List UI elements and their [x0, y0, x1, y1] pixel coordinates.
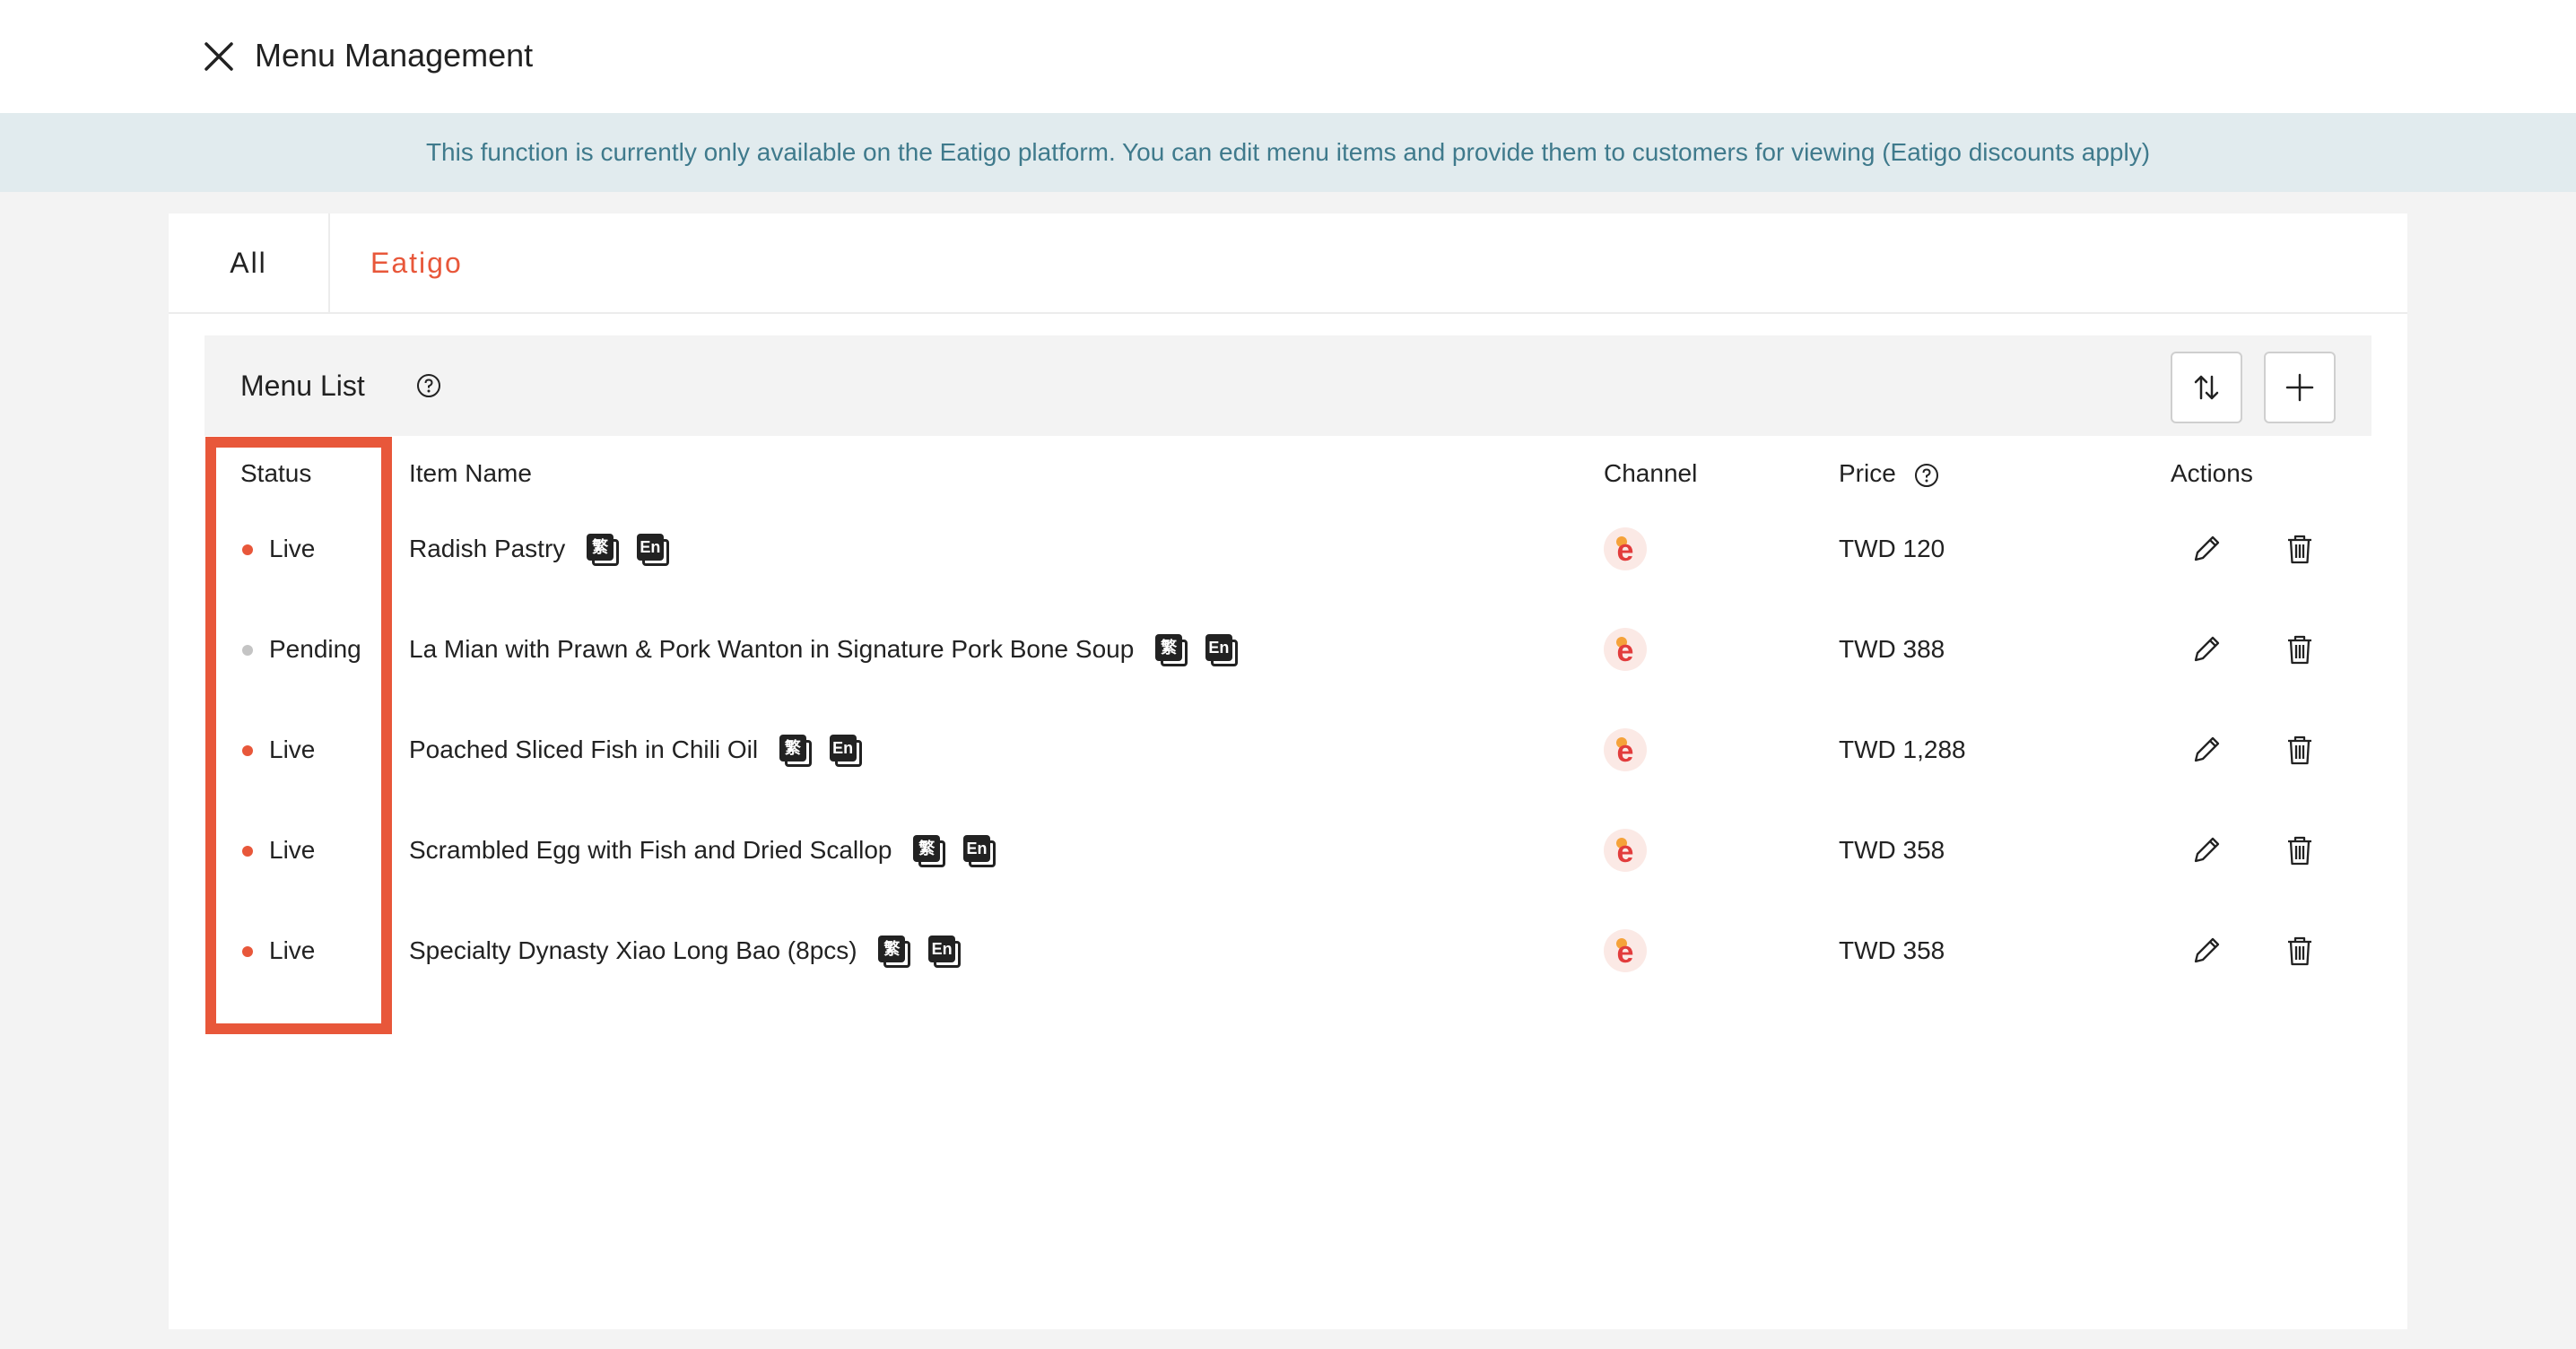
tab-all[interactable]: All: [169, 213, 330, 312]
price-cell: TWD 388: [1839, 635, 1945, 663]
sort-button[interactable]: [2171, 352, 2242, 423]
edit-pencil-icon[interactable]: [2189, 832, 2224, 868]
price-cell: TWD 120: [1839, 535, 1945, 562]
price-help-icon[interactable]: [1914, 463, 1939, 488]
delete-trash-icon[interactable]: [2282, 531, 2318, 567]
item-name: Specialty Dynasty Xiao Long Bao (8pcs): [409, 936, 857, 964]
tab-bar: All Eatigo: [169, 213, 2407, 314]
english-translation-icon[interactable]: En: [928, 935, 962, 970]
table-row: Live Specialty Dynasty Xiao Long Bao (8p…: [169, 901, 2407, 1001]
close-icon[interactable]: [199, 37, 239, 76]
page-title: Menu Management: [255, 37, 534, 74]
eatigo-channel-icon: e: [1604, 527, 1647, 570]
info-notice: This function is currently only availabl…: [0, 113, 2576, 192]
column-header-actions: Actions: [2171, 459, 2253, 487]
edit-pencil-icon[interactable]: [2189, 933, 2224, 969]
add-item-button[interactable]: [2264, 352, 2336, 423]
help-icon[interactable]: [416, 373, 441, 398]
english-translation-icon[interactable]: En: [1205, 633, 1240, 668]
edit-pencil-icon[interactable]: [2189, 531, 2224, 567]
delete-trash-icon[interactable]: [2282, 732, 2318, 768]
table-row: Pending La Mian with Prawn & Pork Wanton…: [169, 599, 2407, 700]
table-row: Live Radish Pastry 繁 En e TWD 120: [169, 499, 2407, 599]
item-name: La Mian with Prawn & Pork Wanton in Sign…: [409, 635, 1135, 663]
status-column-highlight: [205, 437, 392, 1034]
chinese-translation-icon[interactable]: 繁: [779, 734, 814, 769]
price-cell: TWD 1,288: [1839, 735, 1966, 763]
column-header-channel: Channel: [1604, 459, 1698, 487]
item-name-cell: La Mian with Prawn & Pork Wanton in Sign…: [409, 599, 1240, 700]
item-name-cell: Radish Pastry 繁 En: [409, 499, 671, 599]
chinese-translation-icon[interactable]: 繁: [878, 935, 912, 970]
delete-trash-icon[interactable]: [2282, 631, 2318, 667]
chinese-translation-icon[interactable]: 繁: [1155, 633, 1189, 668]
top-bar: Menu Management: [0, 0, 2576, 113]
menu-list-title: Menu List: [240, 370, 365, 402]
delete-trash-icon[interactable]: [2282, 933, 2318, 969]
price-cell: TWD 358: [1839, 836, 1945, 864]
table-row: Live Poached Sliced Fish in Chili Oil 繁 …: [169, 700, 2407, 800]
plus-icon: [2285, 373, 2314, 402]
item-name: Radish Pastry: [409, 535, 566, 562]
edit-pencil-icon[interactable]: [2189, 732, 2224, 768]
price-cell: TWD 358: [1839, 936, 1945, 964]
item-name-cell: Specialty Dynasty Xiao Long Bao (8pcs) 繁…: [409, 901, 962, 1001]
menu-list-header: Menu List: [205, 335, 2371, 436]
table-row: Live Scrambled Egg with Fish and Dried S…: [169, 800, 2407, 901]
item-name: Poached Sliced Fish in Chili Oil: [409, 735, 759, 763]
chinese-translation-icon[interactable]: 繁: [913, 834, 947, 869]
item-name-cell: Poached Sliced Fish in Chili Oil 繁 En: [409, 700, 864, 800]
chinese-translation-icon[interactable]: 繁: [587, 533, 621, 568]
english-translation-icon[interactable]: En: [636, 533, 671, 568]
english-translation-icon[interactable]: En: [829, 734, 864, 769]
item-name-cell: Scrambled Egg with Fish and Dried Scallo…: [409, 800, 997, 901]
english-translation-icon[interactable]: En: [963, 834, 997, 869]
column-header-item-name: Item Name: [409, 459, 532, 487]
menu-card: All Eatigo Menu List Status Item Name Ch…: [169, 213, 2407, 1329]
eatigo-channel-icon: e: [1604, 929, 1647, 972]
eatigo-channel-icon: e: [1604, 628, 1647, 671]
edit-pencil-icon[interactable]: [2189, 631, 2224, 667]
tab-eatigo[interactable]: Eatigo: [370, 213, 463, 312]
sort-icon: [2194, 375, 2219, 400]
delete-trash-icon[interactable]: [2282, 832, 2318, 868]
eatigo-channel-icon: e: [1604, 728, 1647, 771]
item-name: Scrambled Egg with Fish and Dried Scallo…: [409, 836, 892, 864]
column-header-price: Price: [1839, 459, 1896, 487]
eatigo-channel-icon: e: [1604, 829, 1647, 872]
